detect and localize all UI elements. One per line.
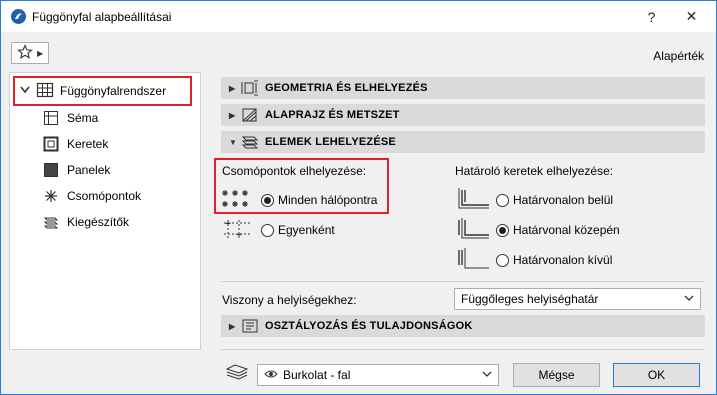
all-gridpoints-icon: [222, 189, 254, 214]
radio-center-boundary[interactable]: Határvonal közepén: [496, 220, 620, 240]
select-value: Burkolat - fal: [283, 368, 351, 382]
radio-button[interactable]: [496, 253, 509, 267]
plan-section-icon: [241, 107, 259, 123]
tree-item-frames[interactable]: Keretek: [43, 134, 108, 154]
settings-tree: Függönyfalrendszer Séma Keretek Panelek …: [9, 72, 201, 350]
radio-button[interactable]: [496, 223, 509, 237]
radio-all-gridpoints[interactable]: Minden hálópontra: [261, 190, 377, 210]
boundary-center-icon: [457, 216, 491, 243]
radio-button[interactable]: [261, 193, 274, 207]
chevron-right-icon: ▶: [229, 83, 236, 93]
accessories-icon: [43, 214, 59, 230]
radio-label: Minden hálópontra: [278, 193, 378, 207]
tree-item-label: Panelek: [67, 163, 111, 177]
favorites-button[interactable]: ▶: [11, 42, 49, 64]
junctions-icon: [43, 188, 59, 204]
radio-one-by-one[interactable]: Egyenként: [261, 220, 335, 240]
radio-label: Határvonalon kívül: [513, 253, 613, 267]
chevron-right-icon: ▶: [229, 110, 236, 120]
zone-relation-select[interactable]: Függőleges helyiséghatár: [454, 288, 701, 310]
section-element-placement[interactable]: ▼ ELEMEK LEHELYEZÉSE: [221, 131, 705, 153]
title-bar: Függönyfal alapbeállításai ? ✕: [1, 1, 716, 32]
radio-button[interactable]: [496, 193, 509, 207]
select-value: Függőleges helyiséghatár: [461, 292, 599, 306]
section-plan-and-section[interactable]: ▶ ALAPRAJZ ÉS METSZET: [221, 104, 705, 126]
tree-item-label: Kiegészítők: [67, 215, 130, 229]
section-divider: [221, 281, 705, 282]
tree-item-junctions[interactable]: Csomópontok: [43, 186, 141, 206]
window-title: Függönyfal alapbeállításai: [32, 9, 172, 24]
chevron-down-icon: [684, 293, 694, 306]
app-icon: [11, 9, 26, 24]
chevron-down-icon: [482, 369, 492, 382]
chevron-down-icon: ▼: [229, 137, 238, 147]
boundary-inside-icon: [457, 186, 491, 213]
cancel-button[interactable]: Mégse: [513, 363, 600, 387]
defaults-label: Alapérték: [653, 49, 704, 63]
section-title: ALAPRAJZ ÉS METSZET: [265, 109, 400, 121]
section-title: OSZTÁLYOZÁS ÉS TULAJDONSÁGOK: [265, 320, 473, 332]
tree-item-scheme[interactable]: Séma: [43, 108, 98, 128]
tree-item-panels[interactable]: Panelek: [43, 160, 110, 180]
chevron-right-icon: ▶: [37, 48, 44, 58]
boundary-outside-icon: [457, 246, 491, 273]
element-placement-icon: [241, 134, 259, 150]
frames-icon: [43, 136, 59, 152]
radio-button[interactable]: [261, 223, 274, 237]
layer-icon: [225, 363, 249, 384]
chevron-right-icon: ▶: [229, 321, 236, 331]
toolbar: ▶ Alapérték: [1, 32, 716, 72]
section-geometry[interactable]: ▶ GEOMETRIA ÉS ELHELYEZÉS: [221, 77, 705, 99]
chevron-down-icon: [20, 86, 30, 97]
section-title: GEOMETRIA ÉS ELHELYEZÉS: [265, 82, 428, 94]
radio-outside-boundary[interactable]: Határvonalon kívül: [496, 250, 612, 270]
tree-item-curtain-wall-system[interactable]: Függönyfalrendszer: [13, 76, 192, 106]
boundary-placement-label: Határoló keretek elhelyezése:: [455, 164, 614, 178]
panels-icon: [43, 162, 59, 178]
curtain-wall-icon: [36, 82, 54, 101]
radio-label: Egyenként: [278, 223, 335, 237]
scheme-icon: [43, 110, 59, 126]
radio-inside-boundary[interactable]: Határvonalon belül: [496, 190, 613, 210]
tree-item-label: Séma: [67, 111, 99, 125]
section-title: ELEMEK LEHELYEZÉSE: [265, 136, 396, 148]
tree-item-label: Csomópontok: [67, 189, 142, 203]
junction-placement-label: Csomópontok elhelyezése:: [222, 164, 367, 178]
classification-icon: [241, 318, 259, 334]
help-button[interactable]: ?: [629, 1, 674, 32]
radio-label: Határvonalon belül: [513, 193, 614, 207]
section-classification[interactable]: ▶ OSZTÁLYOZÁS ÉS TULAJDONSÁGOK: [221, 315, 705, 337]
tree-item-accessories[interactable]: Kiegészítők: [43, 212, 129, 232]
zone-relation-label: Viszony a helyiségekhez:: [222, 293, 357, 307]
ok-button[interactable]: OK: [613, 363, 700, 387]
geometry-icon: [241, 80, 259, 96]
tree-item-label: Keretek: [67, 137, 109, 151]
layer-select[interactable]: Burkolat - fal: [257, 364, 499, 386]
tree-root-label: Függönyfalrendszer: [60, 84, 167, 98]
close-button[interactable]: ✕: [669, 1, 714, 32]
dialog-window: Függönyfal alapbeállításai ? ✕ ▶ Alapért…: [0, 0, 717, 395]
radio-label: Határvonal közepén: [513, 223, 620, 237]
eye-icon: [264, 368, 278, 382]
footer-divider: [221, 349, 705, 350]
star-icon: [17, 43, 33, 63]
one-by-one-icon: [222, 219, 254, 244]
